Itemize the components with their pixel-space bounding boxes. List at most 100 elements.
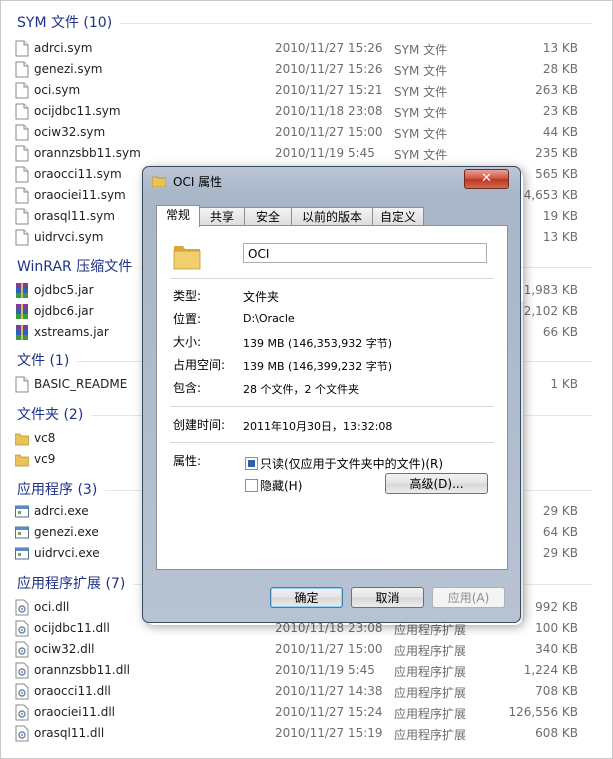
cancel-button[interactable]: 取消 <box>351 587 424 608</box>
general-panel: OCI 类型: 文件夹 位置: D:\Oracle 大小: 139 MB (14… <box>156 225 508 570</box>
file-date: 2010/11/27 15:19 <box>275 726 383 740</box>
file-name: xstreams.jar <box>34 325 109 339</box>
separator <box>170 278 494 279</box>
file-name: adrci.sym <box>34 41 93 55</box>
tab-security[interactable]: 安全 <box>244 207 292 226</box>
file-size: 28 KB <box>542 62 578 76</box>
file-row[interactable]: oraocci11.dll 2010/11/27 14:38 应用程序扩展 708 K… <box>1 681 601 702</box>
close-button[interactable]: ✕ <box>464 169 509 189</box>
file-name: vc9 <box>34 452 56 466</box>
file-name: ojdbc5.jar <box>34 283 94 297</box>
dll-icon <box>15 725 29 742</box>
file-name: orannzsbb11.dll <box>34 663 130 677</box>
separator <box>170 406 494 407</box>
hidden-checkbox[interactable] <box>245 479 258 492</box>
group-divider <box>120 23 592 24</box>
file-type: 应用程序扩展 <box>394 707 467 721</box>
file-name: genezi.exe <box>34 525 99 539</box>
contains-label: 包含: <box>173 381 202 395</box>
size-label: 大小: <box>173 335 202 349</box>
file-date: 2010/11/27 15:00 <box>275 642 383 656</box>
file-type: 应用程序扩展 <box>394 686 467 700</box>
document-icon <box>15 166 29 183</box>
file-type: 应用程序扩展 <box>394 728 467 742</box>
readonly-label: 只读(仅应用于文件夹中的文件)(R) <box>260 457 444 471</box>
file-size: 565 KB <box>535 167 578 181</box>
document-icon <box>15 40 29 57</box>
file-size: 608 KB <box>535 726 578 740</box>
file-size: 263 KB <box>535 83 578 97</box>
winrar-archive-icon <box>16 283 28 298</box>
file-name: ojdbc6.jar <box>34 304 94 318</box>
folder-name-input[interactable]: OCI <box>243 243 487 263</box>
document-icon <box>15 376 29 393</box>
file-size: 1,224 KB <box>523 663 578 677</box>
file-type: 应用程序扩展 <box>394 644 467 658</box>
dll-icon <box>15 641 29 658</box>
file-row[interactable]: orannzsbb11.sym 2010/11/19 5:45 SYM 文件 235 … <box>1 143 601 164</box>
file-row[interactable]: adrci.sym 2010/11/27 15:26 SYM 文件 13 KB <box>1 38 601 59</box>
file-type: SYM 文件 <box>394 106 448 120</box>
group-title: 应用程序 (3) <box>17 482 98 498</box>
file-size: 66 KB <box>542 325 578 339</box>
document-icon <box>15 187 29 204</box>
file-name: genezi.sym <box>34 62 103 76</box>
file-row[interactable]: ociw32.dll 2010/11/27 15:00 应用程序扩展 340 KB <box>1 639 601 660</box>
file-row[interactable]: ociw32.sym 2010/11/27 15:00 SYM 文件 44 KB <box>1 122 601 143</box>
folder-icon <box>15 433 29 446</box>
file-name: orasql11.dll <box>34 726 105 740</box>
location-label: 位置: <box>173 312 202 326</box>
file-name: oraociei11.sym <box>34 188 126 202</box>
file-size: 64 KB <box>542 525 578 539</box>
group-title: 文件夹 (2) <box>17 407 84 423</box>
file-date: 2010/11/27 15:26 <box>275 62 383 76</box>
application-icon <box>15 505 29 518</box>
contains-value: 28 个文件，2 个文件夹 <box>243 383 359 396</box>
group-header[interactable]: SYM 文件 (10) <box>1 11 612 33</box>
file-row[interactable]: oraociei11.dll 2010/11/27 15:24 应用程序扩展 126,… <box>1 702 601 723</box>
readonly-checkbox[interactable] <box>245 457 258 470</box>
tab-previous-versions[interactable]: 以前的版本 <box>291 207 373 226</box>
dll-icon <box>15 599 29 616</box>
file-name: ociw32.sym <box>34 125 106 139</box>
file-row[interactable]: orasql11.dll 2010/11/27 15:19 应用程序扩展 608 KB <box>1 723 601 744</box>
file-row[interactable]: genezi.sym 2010/11/27 15:26 SYM 文件 28 KB <box>1 59 601 80</box>
document-icon <box>15 145 29 162</box>
file-size: 100 KB <box>535 621 578 635</box>
file-size: 4,653 KB <box>523 188 578 202</box>
winrar-archive-icon <box>16 304 28 319</box>
file-type: SYM 文件 <box>394 148 448 162</box>
file-size: 1 KB <box>550 377 578 391</box>
dll-icon <box>15 662 29 679</box>
tab-customize[interactable]: 自定义 <box>372 207 424 226</box>
file-name: oraocci11.dll <box>34 684 111 698</box>
file-size: 13 KB <box>542 230 578 244</box>
file-size: 19 KB <box>542 209 578 223</box>
tab-sharing[interactable]: 共享 <box>199 207 245 226</box>
attributes-label: 属性: <box>173 454 202 468</box>
file-date: 2010/11/27 15:26 <box>275 41 383 55</box>
document-icon <box>15 208 29 225</box>
file-name: ociw32.dll <box>34 642 95 656</box>
file-row[interactable]: oci.sym 2010/11/27 15:21 SYM 文件 263 KB <box>1 80 601 101</box>
file-type: SYM 文件 <box>394 64 448 78</box>
file-name: ocijdbc11.dll <box>34 621 110 635</box>
file-type: SYM 文件 <box>394 43 448 57</box>
document-icon <box>15 124 29 141</box>
file-date: 2010/11/27 15:24 <box>275 705 383 719</box>
file-row[interactable]: orannzsbb11.dll 2010/11/19 5:45 应用程序扩展 1,22… <box>1 660 601 681</box>
application-icon <box>15 526 29 539</box>
file-name: ocijdbc11.sym <box>34 104 121 118</box>
advanced-button[interactable]: 高级(D)... <box>385 473 488 494</box>
type-label: 类型: <box>173 289 202 303</box>
dll-icon <box>15 704 29 721</box>
ok-button[interactable]: 确定 <box>270 587 343 608</box>
file-size: 235 KB <box>535 146 578 160</box>
folder-icon <box>15 454 29 467</box>
tab-general[interactable]: 常规 <box>156 205 200 227</box>
file-row[interactable]: ocijdbc11.sym 2010/11/18 23:08 SYM 文件 23 KB <box>1 101 601 122</box>
file-size: 1,983 KB <box>523 283 578 297</box>
file-name: vc8 <box>34 431 56 445</box>
file-name: BASIC_README <box>34 377 128 391</box>
apply-button[interactable]: 应用(A) <box>432 587 505 608</box>
